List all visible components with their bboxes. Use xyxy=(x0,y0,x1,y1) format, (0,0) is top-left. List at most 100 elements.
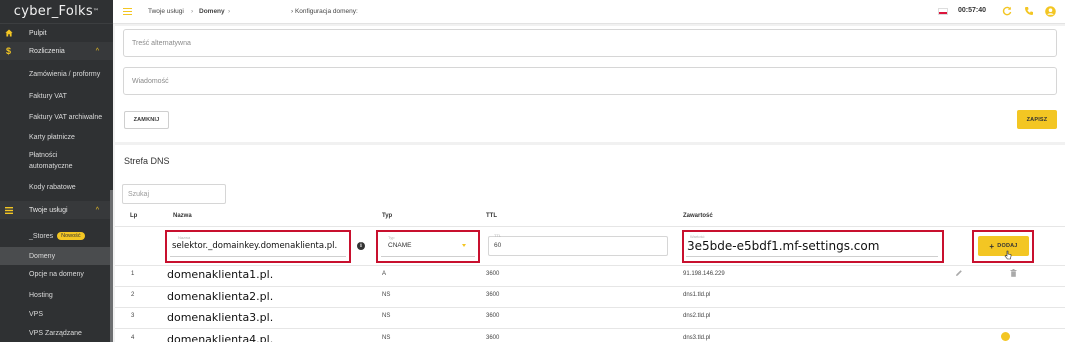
delete-icon[interactable] xyxy=(1010,269,1017,279)
name-input-label: Nazwa xyxy=(178,235,191,240)
logo-text: cyber_Folks xyxy=(13,4,93,19)
sidebar-item-pulpit[interactable]: Pulpit xyxy=(0,26,113,40)
close-button[interactable]: ZAMKNIJ xyxy=(124,111,169,129)
sidebar-item-label: Faktury VAT xyxy=(29,92,67,100)
search-input[interactable]: Szukaj xyxy=(122,184,226,204)
alt-text-field[interactable]: Treść alternatywna xyxy=(123,29,1057,57)
logo[interactable]: cyber_Folks ™ xyxy=(0,0,113,24)
chevron-up-icon: ^ xyxy=(95,47,99,55)
cursor-icon xyxy=(1004,250,1012,262)
help-bubble-icon[interactable] xyxy=(1001,332,1010,341)
type-select-underline xyxy=(381,256,475,257)
menu-icon[interactable] xyxy=(123,8,132,15)
user-icon[interactable] xyxy=(1044,5,1056,17)
plus-icon: + xyxy=(989,241,995,251)
sidebar-item-label: Rozliczenia xyxy=(29,47,65,55)
sidebar-item-label: Karty płatnicze xyxy=(29,133,75,141)
column-header-zawartosc: Zawartość xyxy=(683,213,713,219)
topbar: Twoje usługi › Domeny › › Konfiguracja d… xyxy=(113,0,1065,24)
sidebar-item-label: Faktury VAT archiwalne xyxy=(29,113,103,121)
session-clock: 00:57:40 xyxy=(958,7,987,14)
content-input[interactable]: 3e5bde-e5bdf1.mf-settings.com xyxy=(687,239,879,253)
sidebar-item-platnosci[interactable]: Płatności xyxy=(0,150,113,160)
sidebar-item-label: Hosting xyxy=(29,291,53,299)
row-name: domenaklienta2.pl. xyxy=(167,290,274,303)
refresh-icon[interactable] xyxy=(1001,5,1013,17)
sidebar-item-vps-zarzadzane[interactable]: VPS Zarządzane xyxy=(0,327,113,339)
sidebar: cyber_Folks ™ Pulpit $ Rozliczenia ^ Zamó… xyxy=(0,0,113,342)
row-ttl: 3600 xyxy=(486,313,500,319)
ttl-input-label: TTL xyxy=(494,233,502,238)
sidebar-item-stores[interactable]: _Stores Nowość xyxy=(0,230,113,242)
sidebar-item-faktury-archiwalne[interactable]: Faktury VAT archiwalne xyxy=(0,111,113,123)
sidebar-item-label: VPS xyxy=(29,310,44,318)
edit-icon[interactable] xyxy=(955,269,963,279)
row-content: dns2.tld.pl xyxy=(683,313,711,319)
dns-zone-title: Strefa DNS xyxy=(124,156,170,166)
row-type: NS xyxy=(382,292,391,298)
sidebar-item-kody-rabatowe[interactable]: Kody rabatowe xyxy=(0,181,113,193)
type-select[interactable]: CNAME xyxy=(388,242,411,249)
sidebar-item-karty-platnicze[interactable]: Karty płatnicze xyxy=(0,131,113,143)
column-header-lp: Lp xyxy=(130,213,138,219)
sidebar-item-label: Zamówienia / proformy xyxy=(29,70,101,78)
message-placeholder: Wiadomość xyxy=(132,77,169,85)
ttl-input-box xyxy=(488,236,668,256)
sidebar-item-label: Twoje usługi xyxy=(29,206,68,214)
sidebar-scrollbar[interactable] xyxy=(110,190,113,342)
header-divider xyxy=(115,226,1065,227)
content-input-underline xyxy=(686,256,938,257)
row-divider xyxy=(115,307,1065,308)
info-icon[interactable]: i xyxy=(357,242,365,250)
breadcrumb-separator: › xyxy=(228,8,231,15)
sidebar-item-faktury-vat[interactable]: Faktury VAT xyxy=(0,90,113,102)
flag-icon[interactable] xyxy=(938,8,948,15)
sidebar-item-zamowienia[interactable]: Zamówienia / proformy xyxy=(0,68,113,80)
column-header-ttl: TTL xyxy=(486,213,497,219)
row-lp: 3 xyxy=(131,313,135,319)
row-ttl: 3600 xyxy=(486,335,500,341)
chevron-down-icon[interactable] xyxy=(462,244,466,247)
sidebar-item-label: _Stores Nowość xyxy=(29,232,85,240)
column-header-nazwa: Nazwa xyxy=(173,213,192,219)
sidebar-item-hosting[interactable]: Hosting xyxy=(0,289,113,301)
row-type: A xyxy=(382,271,387,277)
name-input-underline xyxy=(170,256,346,257)
row-name: domenaklienta1.pl. xyxy=(167,268,274,281)
sidebar-item-twoje-uslugi[interactable]: Twoje usługi ^ xyxy=(0,201,113,219)
message-field[interactable]: Wiadomość xyxy=(123,67,1057,95)
ttl-input[interactable]: 60 xyxy=(494,242,501,249)
row-lp: 4 xyxy=(131,335,135,341)
sidebar-item-automatyczne[interactable]: automatyczne xyxy=(0,161,113,171)
alt-text-placeholder: Treść alternatywna xyxy=(132,39,191,47)
chevron-up-icon: ^ xyxy=(95,206,99,214)
sidebar-item-domeny[interactable]: Domeny xyxy=(0,247,113,265)
row-divider xyxy=(115,328,1065,329)
row-type: NS xyxy=(382,313,391,319)
phone-icon[interactable] xyxy=(1023,5,1035,17)
row-ttl: 3600 xyxy=(486,292,500,298)
save-button[interactable]: ZAPISZ xyxy=(1017,110,1057,129)
sidebar-item-label: Domeny xyxy=(29,252,56,260)
breadcrumb-twoje-uslugi[interactable]: Twoje usługi xyxy=(148,8,184,15)
breadcrumb-separator: › xyxy=(191,8,194,15)
column-header-typ: Typ xyxy=(382,213,393,219)
breadcrumb-domeny[interactable]: Domeny xyxy=(199,8,225,15)
name-input[interactable]: selektor._domainkey.domenaklienta.pl. xyxy=(172,241,337,251)
sidebar-item-rozliczenia[interactable]: $ Rozliczenia ^ xyxy=(0,42,113,60)
home-icon xyxy=(4,29,13,38)
sidebar-item-label: Opcje na domeny xyxy=(29,270,84,278)
breadcrumb-konfiguracja: › Konfiguracja domeny: xyxy=(291,8,358,15)
row-content: 91.198.146.229 xyxy=(683,271,725,277)
sidebar-item-label: automatyczne xyxy=(29,162,73,170)
sidebar-item-opcje-na-domeny[interactable]: Opcje na domeny xyxy=(0,268,113,280)
row-lp: 1 xyxy=(131,271,135,277)
row-content: dns1.tld.pl xyxy=(683,292,711,298)
stores-label: _Stores xyxy=(29,232,54,240)
row-name: domenaklienta3.pl. xyxy=(167,311,274,324)
row-type: NS xyxy=(382,335,391,341)
search-placeholder: Szukaj xyxy=(128,190,150,198)
sidebar-item-label: VPS Zarządzane xyxy=(29,329,82,337)
sidebar-item-vps[interactable]: VPS xyxy=(0,308,113,320)
new-badge: Nowość xyxy=(57,232,85,240)
